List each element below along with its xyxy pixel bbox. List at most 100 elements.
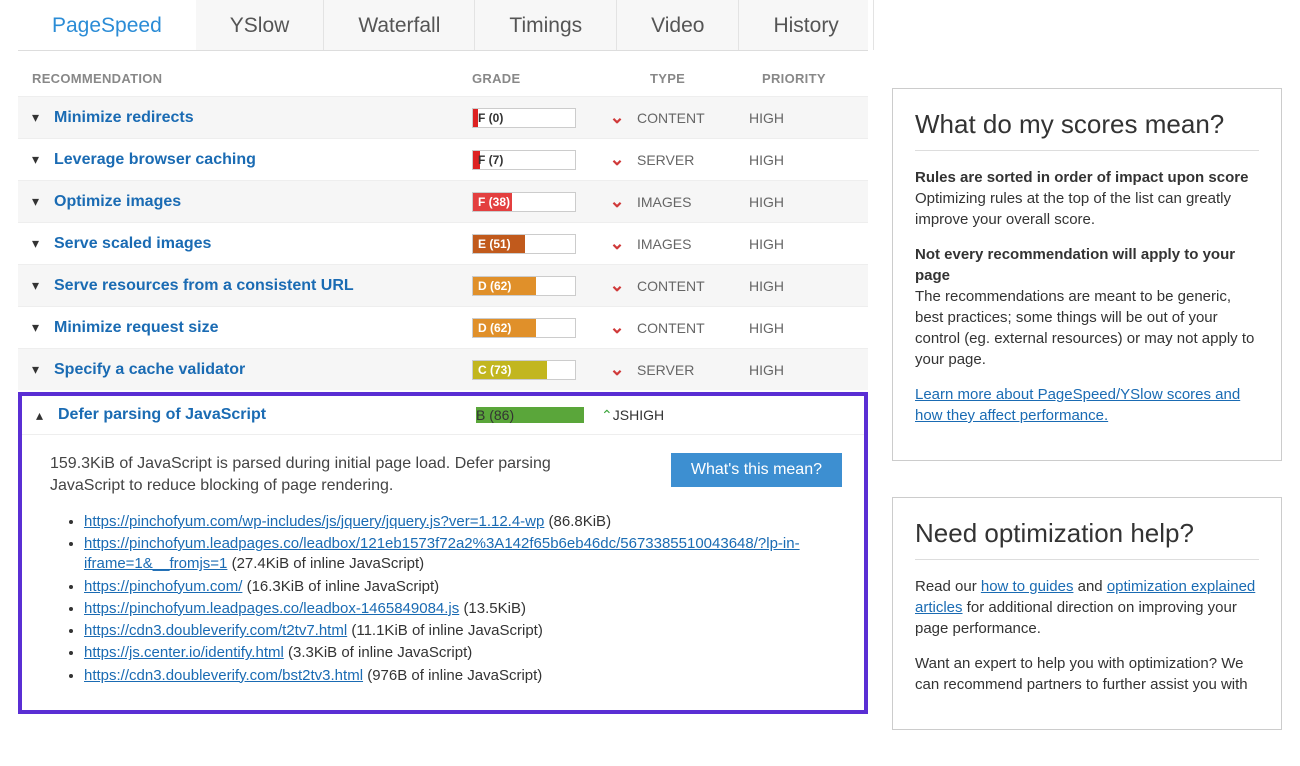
rule-name[interactable]: Optimize images — [54, 193, 472, 211]
grade-label: C (73) — [478, 363, 511, 377]
expand-icon[interactable]: ▾ — [32, 361, 54, 378]
sidebar: What do my scores mean? Rules are sorted… — [892, 0, 1282, 766]
resource-item: https://pinchofyum.leadpages.co/leadbox/… — [84, 534, 836, 575]
panel-bold: Not every recommendation will apply to y… — [915, 246, 1235, 284]
header-priority: PRIORITY — [762, 71, 842, 86]
rule-priority: HIGH — [749, 110, 829, 126]
expanded-rule: ▴ Defer parsing of JavaScript B (86) ⌃ J… — [18, 392, 868, 714]
rule-row[interactable]: ▾Optimize images F (38) ⌄IMAGESHIGH — [18, 180, 868, 222]
header-type: TYPE — [650, 71, 762, 86]
rule-type: CONTENT — [637, 320, 749, 336]
rule-type: IMAGES — [637, 236, 749, 252]
rule-row[interactable]: ▾Serve resources from a consistent URL D … — [18, 264, 868, 306]
scores-panel: What do my scores mean? Rules are sorted… — [892, 88, 1282, 461]
rule-name[interactable]: Leverage browser caching — [54, 151, 472, 169]
tab-pagespeed[interactable]: PageSpeed — [18, 0, 196, 50]
resource-link[interactable]: https://cdn3.doubleverify.com/bst2tv3.ht… — [84, 667, 363, 684]
rule-name[interactable]: Serve resources from a consistent URL — [54, 277, 472, 295]
rule-priority: HIGH — [749, 236, 829, 252]
resource-item: https://pinchofyum.com/wp-includes/js/jq… — [84, 512, 836, 532]
resource-size: (11.1KiB of inline JavaScript) — [351, 622, 542, 639]
grade-bar: D (62) — [472, 318, 576, 338]
rules-list: ▾Minimize redirectsF (0)⌄CONTENTHIGH▾Lev… — [18, 96, 868, 390]
table-header: RECOMMENDATION GRADE TYPE PRIORITY — [18, 51, 868, 96]
rule-name[interactable]: Minimize request size — [54, 319, 472, 337]
whats-this-button[interactable]: What's this mean? — [671, 453, 842, 487]
header-recommendation: RECOMMENDATION — [32, 71, 472, 86]
tab-yslow[interactable]: YSlow — [196, 0, 325, 50]
resource-item: https://cdn3.doubleverify.com/bst2tv3.ht… — [84, 666, 836, 686]
tab-waterfall[interactable]: Waterfall — [324, 0, 475, 50]
rule-row[interactable]: ▾Minimize request sizeD (62) ⌄CONTENTHIGH — [18, 306, 868, 348]
resource-size: (16.3KiB of inline JavaScript) — [247, 578, 440, 595]
rule-type: SERVER — [637, 362, 749, 378]
resource-link[interactable]: https://pinchofyum.com/wp-includes/js/jq… — [84, 513, 544, 530]
resource-item: https://pinchofyum.com/ (16.3KiB of inli… — [84, 577, 836, 597]
learn-more-link[interactable]: Learn more about PageSpeed/YSlow scores … — [915, 386, 1240, 424]
resource-link[interactable]: https://pinchofyum.com/ — [84, 578, 242, 595]
grade-label: D (62) — [478, 279, 511, 293]
panel-text: Optimizing rules at the top of the list … — [915, 190, 1231, 228]
tabs: PageSpeedYSlowWaterfallTimingsVideoHisto… — [18, 0, 868, 51]
expand-icon[interactable]: ▾ — [32, 193, 54, 210]
grade-label: B (86) — [476, 407, 514, 423]
grade-label: F (38) — [478, 195, 510, 209]
expand-icon[interactable]: ▾ — [32, 109, 54, 126]
collapse-icon[interactable]: ▴ — [36, 407, 58, 424]
header-grade: GRADE — [472, 71, 650, 86]
grade-label: F (0) — [478, 111, 503, 125]
resource-size: (3.3KiB of inline JavaScript) — [288, 644, 472, 661]
tab-video[interactable]: Video — [617, 0, 739, 50]
tab-timings[interactable]: Timings — [475, 0, 617, 50]
grade-bar: F (7) — [472, 150, 576, 170]
panel-title: What do my scores mean? — [915, 109, 1259, 151]
grade-bar: F (38) — [472, 192, 576, 212]
rule-name[interactable]: Minimize redirects — [54, 109, 472, 127]
rule-priority: HIGH — [749, 320, 829, 336]
expand-icon[interactable]: ▾ — [32, 277, 54, 294]
arrow-down-icon: ⌄ — [597, 149, 637, 170]
rule-type: IMAGES — [637, 194, 749, 210]
rule-priority: HIGH — [749, 152, 829, 168]
grade-bar: F (0) — [472, 108, 576, 128]
resource-size: (976B of inline JavaScript) — [367, 667, 542, 684]
expand-icon[interactable]: ▾ — [32, 319, 54, 336]
rule-row[interactable]: ▾Leverage browser cachingF (7)⌄SERVERHIG… — [18, 138, 868, 180]
arrow-down-icon: ⌄ — [597, 107, 637, 128]
grade-bar: C (73) — [472, 360, 576, 380]
rule-type: CONTENT — [637, 110, 749, 126]
guides-link[interactable]: how to guides — [981, 578, 1074, 595]
expand-icon[interactable]: ▾ — [32, 151, 54, 168]
arrow-down-icon: ⌄ — [597, 233, 637, 254]
grade-label: F (7) — [478, 153, 503, 167]
resource-link[interactable]: https://pinchofyum.leadpages.co/leadbox-… — [84, 600, 459, 617]
resource-size: (13.5KiB) — [463, 600, 526, 617]
resource-link[interactable]: https://cdn3.doubleverify.com/t2tv7.html — [84, 622, 347, 639]
grade-label: E (51) — [478, 237, 511, 251]
grade-bar: E (51) — [472, 234, 576, 254]
rule-priority: HIGH — [749, 278, 829, 294]
rule-name[interactable]: Serve scaled images — [54, 235, 472, 253]
tab-history[interactable]: History — [739, 0, 873, 50]
arrow-down-icon: ⌄ — [597, 317, 637, 338]
resource-item: https://pinchofyum.leadpages.co/leadbox-… — [84, 599, 836, 619]
resource-size: (86.8KiB) — [549, 513, 612, 530]
rule-priority: HIGH — [749, 194, 829, 210]
rule-priority: HIGH — [749, 362, 829, 378]
resource-size: (27.4KiB of inline JavaScript) — [232, 555, 425, 572]
resource-link[interactable]: https://js.center.io/identify.html — [84, 644, 284, 661]
panel-bold: Rules are sorted in order of impact upon… — [915, 169, 1248, 186]
arrow-down-icon: ⌄ — [597, 191, 637, 212]
rule-row[interactable]: ▾Specify a cache validatorC (73)⌄SERVERH… — [18, 348, 868, 390]
expand-icon[interactable]: ▾ — [32, 235, 54, 252]
panel-text: Want an expert to help you with optimiza… — [915, 653, 1259, 695]
resource-item: https://js.center.io/identify.html (3.3K… — [84, 643, 836, 663]
rule-priority: HIGH — [629, 407, 664, 423]
rule-name[interactable]: Specify a cache validator — [54, 361, 472, 379]
arrow-down-icon: ⌄ — [597, 275, 637, 296]
resource-link[interactable]: https://pinchofyum.leadpages.co/leadbox/… — [84, 535, 800, 572]
rule-name[interactable]: Defer parsing of JavaScript — [58, 406, 476, 424]
panel-text: Read our how to guides and optimization … — [915, 576, 1259, 639]
rule-row[interactable]: ▾Minimize redirects F (0) ⌄CONTENTHIGH — [18, 96, 868, 138]
rule-row[interactable]: ▾Serve scaled images E (51) ⌄IMAGESHIGH — [18, 222, 868, 264]
